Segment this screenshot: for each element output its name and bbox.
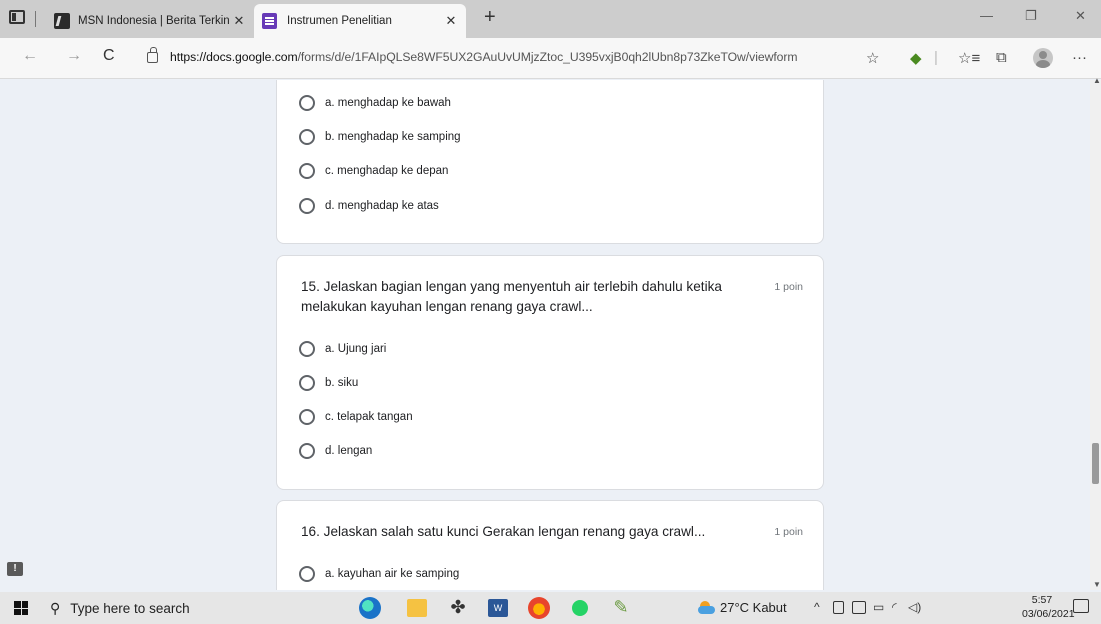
whatsapp-icon[interactable] — [569, 597, 591, 619]
more-icon[interactable]: ··· — [1072, 49, 1087, 66]
option-row[interactable]: a. Ujung jari — [299, 339, 386, 359]
clock-date: 03/06/2021 — [1022, 608, 1075, 620]
option-row[interactable]: a. kayuhan air ke samping — [299, 564, 459, 584]
option-row[interactable]: d. menghadap ke atas — [299, 196, 439, 216]
meet-now-icon[interactable] — [852, 601, 866, 614]
url-path: /forms/d/e/1FAIpQLSe8WF5UX2GAuUvUMjzZtoc… — [297, 50, 798, 64]
option-label: a. Ujung jari — [325, 343, 387, 355]
radio-button[interactable] — [299, 375, 315, 391]
option-row[interactable]: b. menghadap ke samping — [299, 127, 461, 147]
tab-forms[interactable]: Instrumen Penelitian ✕ — [254, 4, 466, 38]
question-card-14: a. menghadap ke bawah b. menghadap ke sa… — [276, 80, 824, 244]
radio-button[interactable] — [299, 163, 315, 179]
question-points: 1 poin — [774, 526, 803, 538]
scrollbar-thumb[interactable] — [1092, 443, 1099, 484]
extension-icon[interactable]: ◆ — [910, 49, 922, 67]
option-label: a. kayuhan air ke samping — [325, 568, 460, 580]
weather-icon[interactable] — [698, 601, 715, 614]
question-card-16: 16. Jelaskan salah satu kunci Gerakan le… — [276, 500, 824, 590]
tab-separator — [35, 11, 36, 27]
scroll-down-icon[interactable]: ▼ — [1093, 580, 1101, 589]
option-row[interactable]: b. siku — [299, 373, 358, 393]
back-icon[interactable]: ← — [22, 47, 38, 65]
search-placeholder: Type here to search — [70, 600, 190, 616]
radio-button[interactable] — [299, 409, 315, 425]
feedback-icon[interactable]: ! — [7, 562, 23, 576]
address-toolbar: ← → C https://docs.google.com/forms/d/e/… — [0, 38, 1101, 79]
clock-time: 5:57 — [1031, 594, 1053, 606]
option-row[interactable]: a. menghadap ke bawah — [299, 93, 451, 113]
system-clock[interactable]: 5:57 03/06/2021 — [1022, 593, 1075, 621]
address-bar[interactable]: https://docs.google.com/forms/d/e/1FAIpQ… — [170, 50, 798, 64]
toolbar-divider: | — [934, 49, 938, 66]
wifi-icon[interactable]: ◜ — [892, 600, 897, 614]
google-forms-favicon-icon — [262, 13, 277, 29]
collections-icon[interactable]: ⧉ — [996, 49, 1007, 66]
weather-text[interactable]: 27°C Kabut — [720, 600, 787, 615]
notification-icon[interactable] — [1073, 599, 1089, 613]
close-window-icon[interactable]: ✕ — [1075, 8, 1086, 24]
scroll-up-icon[interactable]: ▲ — [1093, 76, 1101, 85]
tab-close-icon[interactable]: ✕ — [230, 13, 248, 29]
battery-icon[interactable]: ▭ — [873, 600, 884, 614]
option-label: b. siku — [325, 377, 359, 389]
dropbox-icon[interactable]: ✤ — [447, 597, 469, 619]
favorites-icon[interactable]: ☆≡ — [958, 49, 980, 67]
option-label: d. menghadap ke atas — [325, 200, 439, 212]
tab-actions-icon[interactable] — [9, 10, 25, 24]
volume-icon[interactable]: ◁) — [908, 600, 921, 614]
option-label: d. lengan — [325, 445, 373, 457]
option-label: b. menghadap ke samping — [325, 131, 461, 143]
radio-button[interactable] — [299, 443, 315, 459]
firefox-icon[interactable] — [528, 597, 550, 619]
question-points: 1 poin — [774, 281, 803, 293]
option-label: a. menghadap ke bawah — [325, 97, 451, 109]
tab-close-icon[interactable]: ✕ — [442, 13, 460, 29]
tab-title: Instrumen Penelitian — [287, 15, 392, 27]
option-row[interactable]: c. telapak tangan — [299, 407, 413, 427]
question-card-15: 15. Jelaskan bagian lengan yang menyentu… — [276, 255, 824, 490]
lock-icon[interactable] — [147, 47, 158, 63]
option-label: c. telapak tangan — [325, 411, 413, 423]
chevron-up-icon[interactable]: ^ — [814, 600, 820, 614]
tab-title: MSN Indonesia | Berita Terkini H — [78, 15, 230, 27]
tab-msn[interactable]: MSN Indonesia | Berita Terkini H ✕ — [44, 4, 254, 38]
minimize-icon[interactable]: — — [980, 8, 993, 23]
clipboard-icon[interactable] — [833, 601, 844, 614]
page-viewport: a. menghadap ke bawah b. menghadap ke sa… — [0, 80, 1101, 590]
add-favorite-icon[interactable]: ☆ — [866, 49, 879, 67]
msn-favicon-icon — [54, 13, 70, 29]
option-row[interactable]: c. menghadap ke depan — [299, 161, 448, 181]
profile-avatar[interactable] — [1033, 48, 1053, 68]
forward-icon[interactable]: → — [66, 47, 82, 65]
windows-start-icon[interactable] — [14, 601, 28, 615]
taskbar-search[interactable]: ⚲ Type here to search — [40, 592, 340, 624]
radio-button[interactable] — [299, 198, 315, 214]
radio-button[interactable] — [299, 566, 315, 582]
tab-strip: MSN Indonesia | Berita Terkini H ✕ Instr… — [0, 0, 1101, 38]
file-explorer-icon[interactable] — [407, 599, 427, 617]
radio-button[interactable] — [299, 129, 315, 145]
refresh-icon[interactable]: C — [103, 47, 115, 65]
edge-icon[interactable] — [359, 597, 381, 619]
paint-icon[interactable]: ✎ — [610, 597, 632, 619]
option-row[interactable]: d. lengan — [299, 441, 372, 461]
restore-icon[interactable]: ❐ — [1025, 8, 1037, 24]
question-title: 15. Jelaskan bagian lengan yang menyentu… — [301, 279, 722, 314]
question-title: 16. Jelaskan salah satu kunci Gerakan le… — [301, 524, 706, 539]
search-icon: ⚲ — [50, 599, 61, 616]
windows-taskbar: ⚲ Type here to search ✤ W ✎ 27°C Kabut ^… — [0, 592, 1101, 624]
radio-button[interactable] — [299, 95, 315, 111]
word-icon[interactable]: W — [488, 599, 508, 617]
new-tab-button[interactable]: + — [484, 6, 496, 29]
option-label: c. menghadap ke depan — [325, 165, 449, 177]
radio-button[interactable] — [299, 341, 315, 357]
url-host: https://docs.google.com — [170, 50, 298, 64]
scrollbar[interactable] — [1090, 80, 1101, 590]
